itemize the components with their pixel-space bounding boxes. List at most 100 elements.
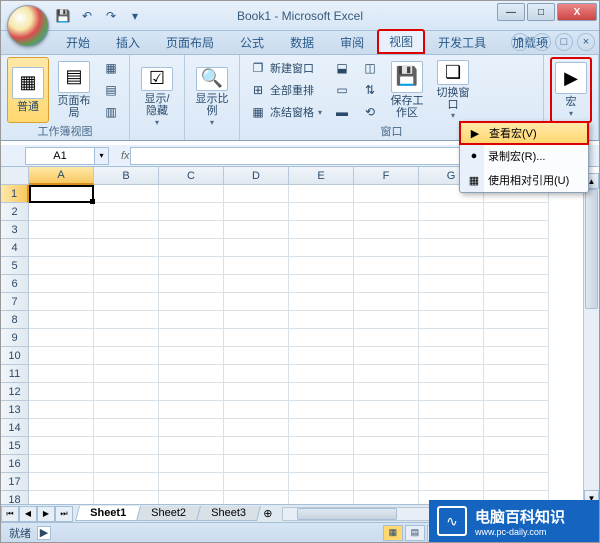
cell[interactable] bbox=[289, 347, 354, 365]
tab-data[interactable]: 数据 bbox=[277, 30, 327, 54]
cell[interactable] bbox=[419, 293, 484, 311]
min-ribbon-icon[interactable]: — bbox=[533, 33, 551, 51]
cell[interactable] bbox=[354, 455, 419, 473]
row-header-15[interactable]: 15 bbox=[1, 437, 29, 455]
cell[interactable] bbox=[224, 311, 289, 329]
cell[interactable] bbox=[419, 311, 484, 329]
arrange-all-button[interactable]: ⊞全部重排 bbox=[246, 80, 326, 101]
cell[interactable] bbox=[289, 275, 354, 293]
cell[interactable] bbox=[29, 473, 94, 491]
cell[interactable] bbox=[354, 365, 419, 383]
cell[interactable] bbox=[94, 455, 159, 473]
relative-ref-item[interactable]: ▦ 使用相对引用(U) bbox=[460, 168, 588, 192]
cell[interactable] bbox=[419, 239, 484, 257]
cell[interactable] bbox=[94, 365, 159, 383]
cell[interactable] bbox=[484, 437, 549, 455]
row-header-9[interactable]: 9 bbox=[1, 329, 29, 347]
cell[interactable] bbox=[289, 203, 354, 221]
col-header-D[interactable]: D bbox=[224, 167, 289, 185]
cell[interactable] bbox=[354, 275, 419, 293]
row-header-6[interactable]: 6 bbox=[1, 275, 29, 293]
cell[interactable] bbox=[159, 401, 224, 419]
cell[interactable] bbox=[159, 347, 224, 365]
tab-pagelayout[interactable]: 页面布局 bbox=[153, 30, 227, 54]
cell[interactable] bbox=[484, 347, 549, 365]
sheet-tab-sheet2[interactable]: Sheet2 bbox=[136, 506, 201, 521]
cell[interactable] bbox=[29, 329, 94, 347]
row-header-12[interactable]: 12 bbox=[1, 383, 29, 401]
cell[interactable] bbox=[94, 383, 159, 401]
cell[interactable] bbox=[224, 365, 289, 383]
cell[interactable] bbox=[419, 419, 484, 437]
cell[interactable] bbox=[159, 365, 224, 383]
sheet-nav-next[interactable]: ▶ bbox=[37, 506, 55, 522]
cell[interactable] bbox=[29, 203, 94, 221]
cell[interactable] bbox=[289, 311, 354, 329]
cell[interactable] bbox=[94, 185, 159, 203]
cells-area[interactable] bbox=[29, 185, 549, 509]
cell[interactable] bbox=[94, 401, 159, 419]
cell[interactable] bbox=[159, 437, 224, 455]
cell[interactable] bbox=[289, 401, 354, 419]
cell[interactable] bbox=[224, 239, 289, 257]
macros-button[interactable]: ▶ 宏 ▾ bbox=[550, 57, 592, 123]
row-header-5[interactable]: 5 bbox=[1, 257, 29, 275]
new-window-button[interactable]: ❐新建窗口 bbox=[246, 58, 326, 79]
cell[interactable] bbox=[354, 473, 419, 491]
qat-more-icon[interactable]: ▾ bbox=[125, 6, 145, 26]
tab-home[interactable]: 开始 bbox=[53, 30, 103, 54]
cell[interactable] bbox=[159, 473, 224, 491]
cell[interactable] bbox=[94, 347, 159, 365]
sheet-tab-sheet3[interactable]: Sheet3 bbox=[196, 506, 261, 521]
cell[interactable] bbox=[29, 455, 94, 473]
unhide-button[interactable]: ▬ bbox=[330, 102, 354, 123]
cell[interactable] bbox=[419, 257, 484, 275]
save-icon[interactable]: 💾 bbox=[53, 6, 73, 26]
maximize-button[interactable]: □ bbox=[527, 3, 555, 21]
col-header-E[interactable]: E bbox=[289, 167, 354, 185]
row-header-14[interactable]: 14 bbox=[1, 419, 29, 437]
cell[interactable] bbox=[224, 473, 289, 491]
cell[interactable] bbox=[159, 257, 224, 275]
cell[interactable] bbox=[94, 221, 159, 239]
cell[interactable] bbox=[29, 347, 94, 365]
cell[interactable] bbox=[224, 347, 289, 365]
cell[interactable] bbox=[419, 347, 484, 365]
cell[interactable] bbox=[159, 239, 224, 257]
row-header-17[interactable]: 17 bbox=[1, 473, 29, 491]
fx-icon[interactable]: fx bbox=[121, 150, 130, 162]
row-header-16[interactable]: 16 bbox=[1, 455, 29, 473]
cell[interactable] bbox=[419, 401, 484, 419]
close-doc-icon[interactable]: × bbox=[577, 33, 595, 51]
showhide-button[interactable]: ☑ 显示/隐藏 ▾ bbox=[136, 64, 178, 130]
cell[interactable] bbox=[289, 365, 354, 383]
cell[interactable] bbox=[159, 185, 224, 203]
view-macros-item[interactable]: ▶ 查看宏(V) bbox=[459, 121, 589, 145]
cell[interactable] bbox=[354, 401, 419, 419]
cell[interactable] bbox=[289, 383, 354, 401]
row-header-4[interactable]: 4 bbox=[1, 239, 29, 257]
cell[interactable] bbox=[29, 185, 94, 203]
cell[interactable] bbox=[29, 239, 94, 257]
macro-record-indicator[interactable]: ▶ bbox=[37, 526, 51, 540]
cell[interactable] bbox=[419, 365, 484, 383]
save-workspace-button[interactable]: 💾 保存工作区 bbox=[386, 57, 428, 123]
cell[interactable] bbox=[289, 473, 354, 491]
cell[interactable] bbox=[484, 221, 549, 239]
cell[interactable] bbox=[484, 311, 549, 329]
pagelayout-status-button[interactable]: ▤ bbox=[405, 525, 425, 541]
cell[interactable] bbox=[484, 455, 549, 473]
custom-views-button[interactable]: ▤ bbox=[99, 80, 123, 101]
col-header-B[interactable]: B bbox=[94, 167, 159, 185]
row-header-13[interactable]: 13 bbox=[1, 401, 29, 419]
cell[interactable] bbox=[354, 419, 419, 437]
cell[interactable] bbox=[224, 293, 289, 311]
hscroll-thumb[interactable] bbox=[297, 508, 397, 520]
cell[interactable] bbox=[484, 293, 549, 311]
normal-view-button[interactable]: ▦ 普通 bbox=[7, 57, 49, 123]
scroll-thumb[interactable] bbox=[585, 189, 598, 309]
cell[interactable] bbox=[159, 383, 224, 401]
cell[interactable] bbox=[94, 275, 159, 293]
cell[interactable] bbox=[484, 365, 549, 383]
tab-review[interactable]: 审阅 bbox=[327, 30, 377, 54]
